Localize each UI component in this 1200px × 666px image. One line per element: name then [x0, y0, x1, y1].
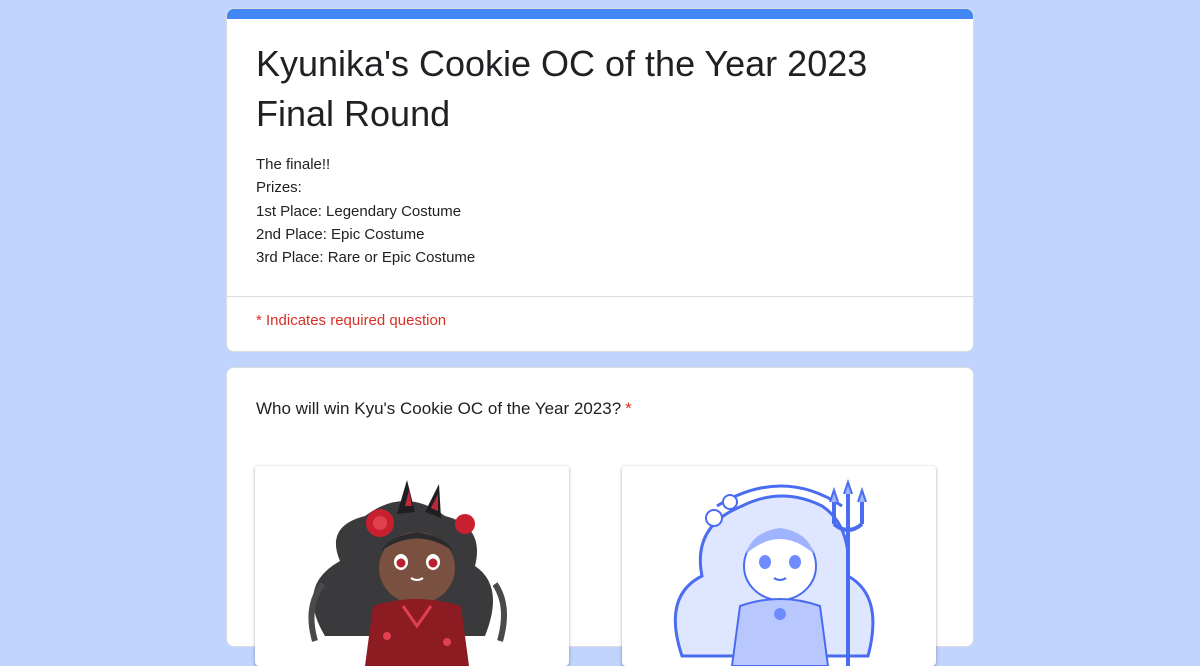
header-accent-bar — [227, 9, 973, 19]
form-description: The finale!! Prizes: 1st Place: Legendar… — [256, 153, 475, 269]
description-line: 1st Place: Legendary Costume — [256, 202, 462, 220]
required-asterisk: * — [625, 399, 632, 418]
header-divider — [227, 296, 973, 297]
question-text: Who will win Kyu's Cookie OC of the Year… — [256, 399, 622, 418]
required-note: * Indicates required question — [256, 312, 447, 329]
description-line: 2nd Place: Epic Costume — [256, 225, 425, 243]
cookie-character-red-image — [308, 480, 507, 666]
choice-option-1[interactable] — [255, 466, 569, 666]
description-line: 3rd Place: Rare or Epic Costume — [256, 249, 476, 267]
form-title: Kyunika's Cookie OC of the Year 2023 Fin… — [256, 43, 868, 134]
description-line: The finale!! — [256, 156, 331, 173]
cookie-character-blue-image — [673, 478, 875, 666]
choice-option-2[interactable] — [622, 466, 936, 666]
description-line: Prizes: — [256, 179, 302, 197]
question-title: Who will win Kyu's Cookie OC of the Year… — [256, 399, 632, 419]
form-header-card: Kyunika's Cookie OC of the Year 2023 Fin… — [226, 8, 974, 352]
question-card: Who will win Kyu's Cookie OC of the Year… — [226, 367, 974, 666]
